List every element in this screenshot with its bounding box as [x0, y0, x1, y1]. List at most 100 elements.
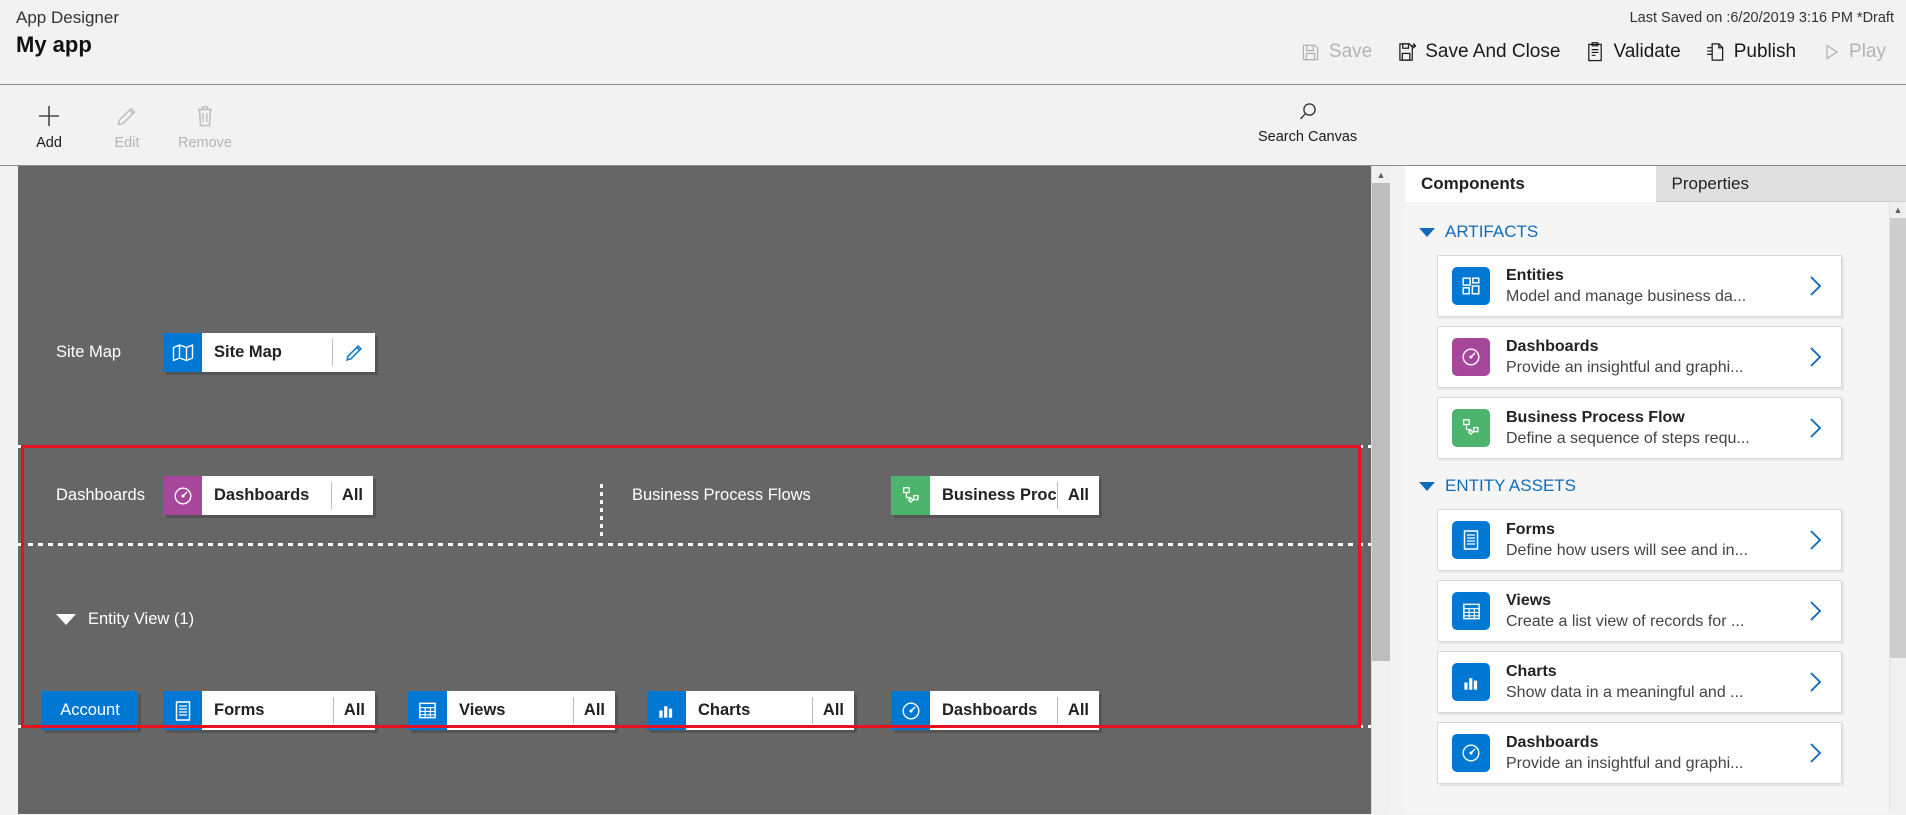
- chevron-right-icon: [1801, 345, 1829, 369]
- tab-components[interactable]: Components: [1405, 166, 1656, 202]
- card-text: Forms Define how users will see and in..…: [1506, 520, 1801, 561]
- right-panel-scrollbar[interactable]: ▲: [1889, 202, 1906, 814]
- save-and-close-icon: [1396, 40, 1418, 64]
- canvas-scrollbar-thumb[interactable]: [1372, 183, 1390, 661]
- entity-asset-tile-charts[interactable]: Charts All: [647, 691, 854, 730]
- publish-label: Publish: [1734, 41, 1796, 63]
- bpf-tile-all[interactable]: All: [1058, 476, 1099, 515]
- chevron-right-icon: [1801, 274, 1829, 298]
- component-card-dashboards[interactable]: Dashboards Provide an insightful and gra…: [1437, 326, 1842, 388]
- card-desc-charts: Show data in a meaningful and ...: [1506, 682, 1801, 703]
- chevron-right-icon: [1801, 670, 1829, 694]
- entity-asset-tile-dashboards[interactable]: Dashboards All: [891, 691, 1099, 730]
- bpf-tile-name: Business Proces...: [930, 476, 1057, 515]
- bpf-tile[interactable]: Business Proces... All: [891, 476, 1099, 515]
- card-desc-entities: Model and manage business da...: [1506, 286, 1801, 307]
- entity-view-header[interactable]: Entity View (1): [56, 610, 194, 629]
- header-command-bar: Save Save And Close Validate Publish Pla: [1288, 36, 1898, 68]
- charts-icon: [1452, 663, 1490, 701]
- section-header-entity-assets[interactable]: ENTITY ASSETS: [1405, 468, 1889, 504]
- play-icon: [1820, 40, 1842, 64]
- component-card-entities[interactable]: Entities Model and manage business da...: [1437, 255, 1842, 317]
- canvas-vertical-scrollbar[interactable]: ▲: [1371, 166, 1390, 814]
- card-desc-dashboards: Provide an insightful and graphi...: [1506, 357, 1801, 378]
- card-title-bpf: Business Process Flow: [1506, 408, 1801, 428]
- entities-icon: [1452, 267, 1490, 305]
- dashboards-tile-all[interactable]: All: [332, 476, 373, 515]
- search-icon: [1296, 99, 1320, 127]
- tile-name-views: Views: [447, 691, 573, 730]
- dashboard-icon: [163, 476, 202, 515]
- forms-icon: [163, 691, 202, 730]
- tab-properties[interactable]: Properties: [1656, 166, 1906, 202]
- publish-button[interactable]: Publish: [1693, 36, 1808, 68]
- right-panel-tabs: Components Properties: [1405, 166, 1906, 202]
- card-title-entities: Entities: [1506, 266, 1801, 286]
- edit-button[interactable]: Edit: [88, 93, 166, 151]
- right-panel-body: ARTIFACTS Entities Model and manage busi…: [1405, 202, 1906, 814]
- canvas-divider-middle: [18, 543, 1371, 546]
- dashboard-icon: [891, 691, 930, 730]
- main-area: Site Map Site Map Dashboards: [0, 166, 1906, 814]
- publish-icon: [1705, 40, 1727, 64]
- card-title-views: Views: [1506, 591, 1801, 611]
- sitemap-edit-pencil-icon[interactable]: [333, 333, 375, 372]
- entity-account-button[interactable]: Account: [42, 691, 138, 730]
- right-panel-content: ARTIFACTS Entities Model and manage busi…: [1405, 202, 1889, 793]
- right-panel: Components Properties ARTIFACTS Entities…: [1405, 166, 1906, 814]
- component-card-entity-dashboards[interactable]: Dashboards Provide an insightful and gra…: [1437, 722, 1842, 784]
- card-text: Entities Model and manage business da...: [1506, 266, 1801, 307]
- add-button[interactable]: Add: [10, 93, 88, 151]
- validate-button[interactable]: Validate: [1572, 36, 1692, 68]
- entity-asset-tile-views[interactable]: Views All: [408, 691, 615, 730]
- scroll-up-arrow-icon[interactable]: ▲: [1372, 166, 1390, 183]
- play-label: Play: [1849, 41, 1886, 63]
- scroll-up-arrow-icon[interactable]: ▲: [1890, 202, 1906, 218]
- save-icon: [1300, 40, 1322, 64]
- section-title-artifacts: ARTIFACTS: [1445, 222, 1538, 242]
- save-button-label: Save: [1329, 41, 1372, 63]
- dashboards-tile-name: Dashboards: [202, 476, 331, 515]
- section-header-artifacts[interactable]: ARTIFACTS: [1405, 214, 1889, 250]
- tile-all-charts[interactable]: All: [813, 691, 854, 730]
- chevron-right-icon: [1801, 599, 1829, 623]
- sitemap-tile[interactable]: Site Map: [163, 333, 375, 372]
- dashboards-tile[interactable]: Dashboards All: [163, 476, 373, 515]
- card-text: Dashboards Provide an insightful and gra…: [1506, 337, 1801, 378]
- tile-all-forms[interactable]: All: [334, 691, 375, 730]
- views-icon: [1452, 592, 1490, 630]
- app-designer-label: App Designer: [16, 7, 119, 29]
- business-process-flow-icon: [891, 476, 930, 515]
- canvas-toolbar: Add Edit Remove Search Canvas: [0, 85, 1906, 166]
- tile-name-charts: Charts: [686, 691, 812, 730]
- bpf-row-label: Business Process Flows: [632, 486, 811, 505]
- play-button[interactable]: Play: [1808, 36, 1898, 68]
- chevron-down-icon: [56, 614, 76, 625]
- component-card-views[interactable]: Views Create a list view of records for …: [1437, 580, 1842, 642]
- dashboard-icon: [1452, 734, 1490, 772]
- chevron-right-icon: [1801, 741, 1829, 765]
- tile-all-dashboards[interactable]: All: [1058, 691, 1099, 730]
- save-and-close-button[interactable]: Save And Close: [1384, 36, 1572, 68]
- search-canvas-button[interactable]: Search Canvas: [1258, 99, 1357, 145]
- design-canvas: Site Map Site Map Dashboards: [18, 166, 1390, 814]
- section-title-entity-assets: ENTITY ASSETS: [1445, 476, 1576, 496]
- component-card-charts[interactable]: Charts Show data in a meaningful and ...: [1437, 651, 1842, 713]
- forms-icon: [1452, 521, 1490, 559]
- save-button[interactable]: Save: [1288, 36, 1384, 68]
- entity-asset-tile-forms[interactable]: Forms All: [163, 691, 375, 730]
- tile-all-views[interactable]: All: [574, 691, 615, 730]
- edit-button-label: Edit: [115, 135, 140, 151]
- component-card-forms[interactable]: Forms Define how users will see and in..…: [1437, 509, 1842, 571]
- business-process-flow-icon: [1452, 409, 1490, 447]
- save-and-close-label: Save And Close: [1425, 41, 1560, 63]
- right-panel-scrollbar-thumb[interactable]: [1890, 218, 1906, 658]
- views-icon: [408, 691, 447, 730]
- card-title-dashboards: Dashboards: [1506, 337, 1801, 357]
- card-text: Business Process Flow Define a sequence …: [1506, 408, 1801, 449]
- remove-button[interactable]: Remove: [166, 93, 244, 151]
- chevron-right-icon: [1801, 528, 1829, 552]
- component-card-business-process-flow[interactable]: Business Process Flow Define a sequence …: [1437, 397, 1842, 459]
- map-icon: [163, 333, 202, 372]
- toolbar-button-group: Add Edit Remove: [10, 93, 244, 151]
